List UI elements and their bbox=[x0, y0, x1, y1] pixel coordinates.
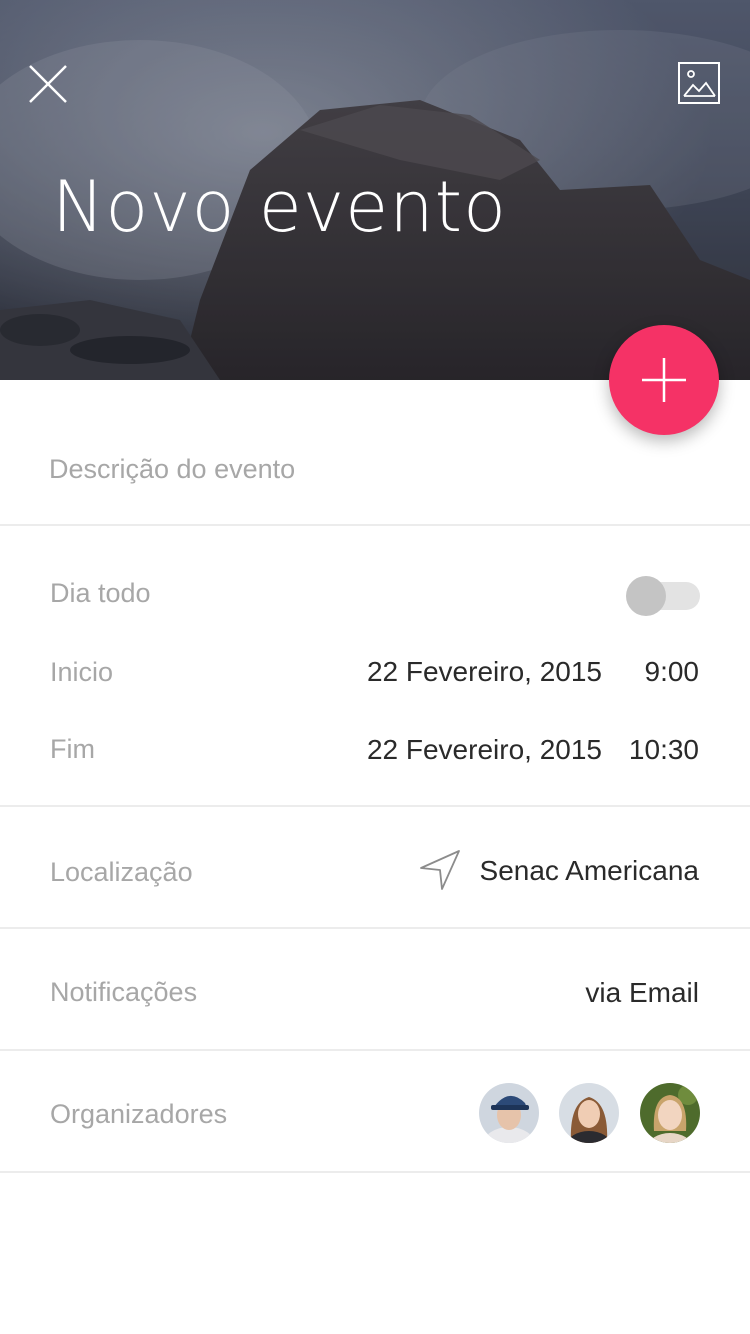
avatar[interactable] bbox=[559, 1083, 619, 1143]
notifications-value: via Email bbox=[585, 977, 699, 1008]
end-time[interactable]: 10:30 bbox=[629, 734, 699, 766]
description-input[interactable]: Descrição do evento bbox=[49, 454, 295, 485]
start-label: Inicio bbox=[50, 657, 114, 687]
toggle-knob bbox=[626, 576, 666, 616]
organizer-avatar-1 bbox=[479, 1083, 539, 1143]
organizer-avatar-3 bbox=[640, 1083, 700, 1143]
end-date[interactable]: 22 Fevereiro, 2015 bbox=[367, 734, 602, 766]
change-cover-button[interactable] bbox=[677, 61, 721, 105]
start-time[interactable]: 9:00 bbox=[645, 656, 700, 688]
all-day-toggle[interactable] bbox=[626, 576, 700, 616]
image-icon bbox=[678, 62, 720, 104]
close-button[interactable] bbox=[26, 62, 70, 106]
notifications-label: Notificações bbox=[50, 977, 198, 1007]
organizers-row: Organizadores bbox=[0, 1051, 750, 1173]
navigation-arrow-icon bbox=[420, 850, 460, 890]
avatar[interactable] bbox=[640, 1083, 700, 1143]
location-row[interactable]: Localização Senac Americana bbox=[0, 807, 750, 929]
end-label: Fim bbox=[50, 734, 95, 764]
location-label: Localização bbox=[50, 857, 193, 887]
plus-icon bbox=[642, 358, 686, 402]
avatar[interactable] bbox=[479, 1083, 539, 1143]
schedule-section: Dia todo Inicio 22 Fevereiro, 2015 9:00 … bbox=[0, 526, 750, 807]
page-title: Novo evento bbox=[52, 166, 507, 248]
notifications-row[interactable]: Notificações via Email bbox=[0, 929, 750, 1051]
organizers-label: Organizadores bbox=[50, 1099, 228, 1129]
location-value: Senac Americana bbox=[479, 855, 699, 886]
header-cover: Novo evento bbox=[0, 0, 750, 380]
all-day-label: Dia todo bbox=[50, 578, 151, 608]
start-date[interactable]: 22 Fevereiro, 2015 bbox=[367, 656, 602, 688]
close-icon bbox=[29, 65, 67, 103]
add-button[interactable] bbox=[609, 325, 719, 435]
organizer-avatar-2 bbox=[559, 1083, 619, 1143]
